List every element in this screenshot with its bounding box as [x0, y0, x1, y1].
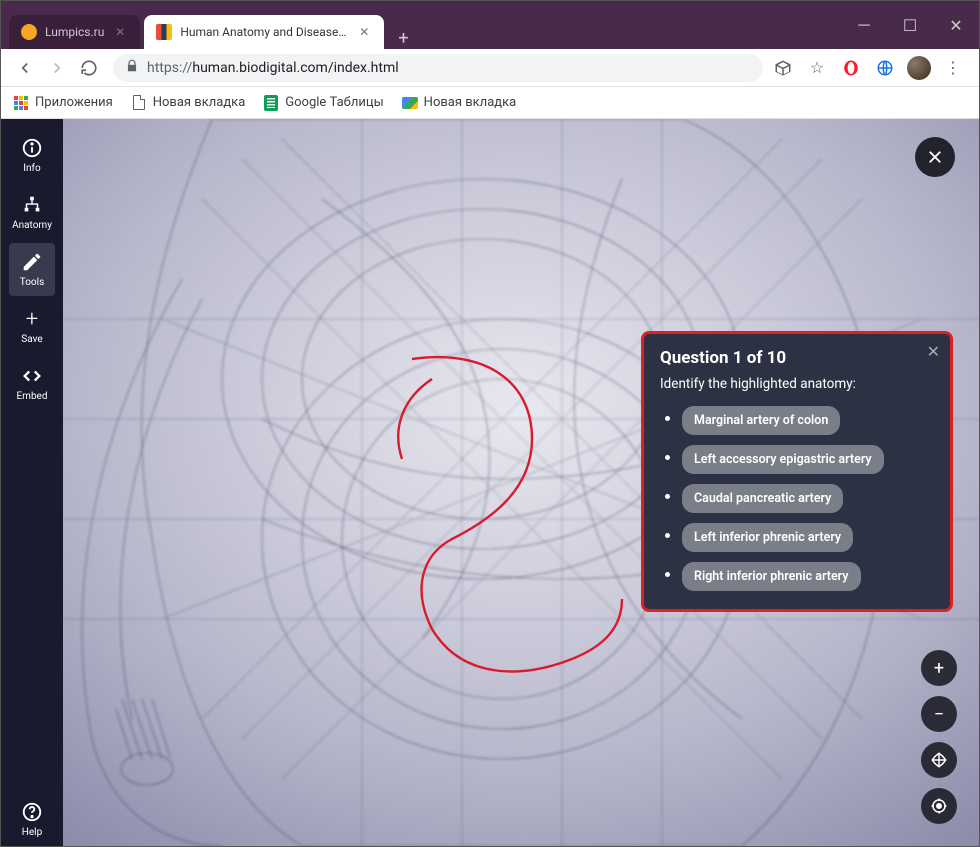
bookmark-label: Новая вкладка	[424, 95, 517, 110]
tab-title: Lumpics.ru	[45, 25, 104, 39]
sidebar-item-anatomy[interactable]: Anatomy	[9, 186, 55, 239]
maximize-button[interactable]: ☐	[887, 1, 933, 49]
pencil-icon	[21, 251, 43, 273]
plus-icon: +	[21, 308, 43, 330]
tab-title: Human Anatomy and Disease in	[180, 25, 348, 39]
lock-icon	[125, 59, 139, 77]
address-bar: https://human.biodigital.com/index.html …	[1, 49, 979, 87]
help-icon	[21, 801, 43, 823]
titlebar: Lumpics.ru ✕ Human Anatomy and Disease i…	[1, 1, 979, 49]
browser-window: Lumpics.ru ✕ Human Anatomy and Disease i…	[0, 0, 980, 847]
translate-icon[interactable]	[771, 56, 795, 80]
menu-icon[interactable]: ⋮	[941, 56, 965, 80]
recenter-button[interactable]	[921, 788, 957, 824]
info-icon	[21, 137, 43, 159]
favicon-icon	[156, 24, 172, 40]
sidebar: Info Anatomy Tools + Save	[1, 119, 63, 846]
address-extensions: ☆ ⋮	[771, 56, 971, 80]
apps-icon	[13, 95, 29, 111]
bookmark-item[interactable]: Google Таблицы	[263, 95, 383, 111]
quiz-option[interactable]: Right inferior phrenic artery	[682, 562, 861, 591]
profile-avatar[interactable]	[907, 56, 931, 80]
sidebar-item-label: Tools	[20, 277, 44, 288]
sidebar-item-embed[interactable]: Embed	[9, 357, 55, 410]
code-icon	[21, 365, 43, 387]
sheets-icon	[263, 95, 279, 111]
close-icon[interactable]: ✕	[356, 24, 372, 40]
apps-label: Приложения	[35, 95, 113, 110]
close-icon[interactable]: ✕	[112, 24, 128, 40]
quiz-option[interactable]: Left accessory epigastric artery	[682, 445, 884, 474]
tab-lumpics[interactable]: Lumpics.ru ✕	[9, 15, 140, 49]
sidebar-item-tools[interactable]: Tools	[9, 243, 55, 296]
url-host: human.biodigital.com/index.html	[192, 60, 398, 76]
quiz-option[interactable]: Marginal artery of colon	[682, 406, 840, 435]
bookmark-label: Google Таблицы	[285, 95, 383, 110]
sidebar-item-label: Help	[22, 827, 42, 838]
star-icon[interactable]: ☆	[805, 56, 829, 80]
quiz-close-button[interactable]: ✕	[927, 342, 940, 361]
quiz-panel: ✕ Question 1 of 10 Identify the highligh…	[641, 331, 953, 612]
zoom-controls: + −	[921, 650, 957, 824]
sidebar-item-label: Info	[23, 163, 40, 174]
sidebar-item-label: Anatomy	[12, 220, 52, 231]
favicon-icon	[21, 24, 37, 40]
sidebar-item-label: Embed	[16, 391, 47, 402]
bookmark-item[interactable]: Новая вкладка	[131, 95, 246, 111]
model-viewer[interactable]: ✕ Question 1 of 10 Identify the highligh…	[63, 119, 979, 846]
new-tab-button[interactable]: +	[388, 28, 418, 49]
sidebar-item-label: Save	[21, 334, 42, 345]
bookmark-item[interactable]: Новая вкладка	[402, 95, 517, 111]
apps-button[interactable]: Приложения	[13, 95, 113, 111]
tab-biodigital[interactable]: Human Anatomy and Disease in ✕	[144, 15, 384, 49]
forward-button[interactable]	[41, 52, 73, 84]
url-protocol: https://	[147, 60, 192, 76]
zoom-out-button[interactable]: −	[921, 696, 957, 732]
pan-button[interactable]	[921, 742, 957, 778]
quiz-options: Marginal artery of colon Left accessory …	[660, 406, 934, 591]
quiz-title: Question 1 of 10	[660, 348, 934, 368]
url-input[interactable]: https://human.biodigital.com/index.html	[113, 54, 763, 82]
zoom-in-button[interactable]: +	[921, 650, 957, 686]
reload-button[interactable]	[73, 52, 105, 84]
file-icon	[131, 95, 147, 111]
quiz-prompt: Identify the highlighted anatomy:	[660, 376, 934, 392]
tabs-row: Lumpics.ru ✕ Human Anatomy and Disease i…	[1, 1, 841, 49]
quiz-option[interactable]: Left inferior phrenic artery	[682, 523, 853, 552]
opera-icon[interactable]	[839, 56, 863, 80]
back-button[interactable]	[9, 52, 41, 84]
minimize-button[interactable]: ─	[841, 1, 887, 49]
sidebar-item-info[interactable]: Info	[9, 129, 55, 182]
globe-icon[interactable]	[873, 56, 897, 80]
close-window-button[interactable]: ✕	[933, 1, 979, 49]
tree-icon	[21, 194, 43, 216]
image-icon	[402, 95, 418, 111]
sidebar-item-help[interactable]: Help	[9, 793, 55, 846]
close-overlay-button[interactable]	[915, 137, 955, 177]
bookmarks-bar: Приложения Новая вкладка Google Таблицы …	[1, 87, 979, 119]
bookmark-label: Новая вкладка	[153, 95, 246, 110]
app-content: Info Anatomy Tools + Save	[1, 119, 979, 846]
sidebar-item-save[interactable]: + Save	[9, 300, 55, 353]
window-controls: ─ ☐ ✕	[841, 1, 979, 49]
quiz-option[interactable]: Caudal pancreatic artery	[682, 484, 843, 513]
